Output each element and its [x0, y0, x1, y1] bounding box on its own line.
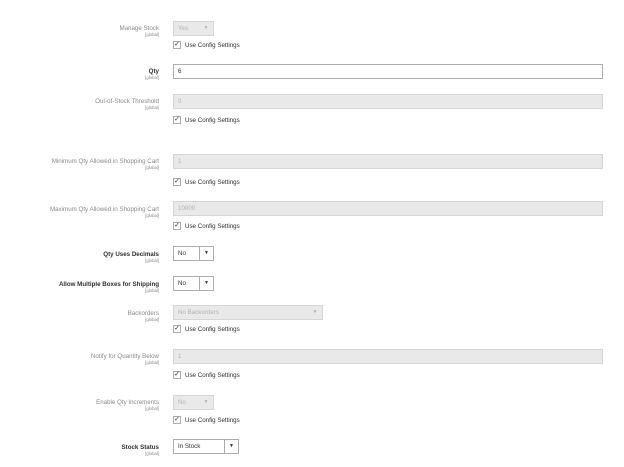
notify-qty-below-use-config[interactable]: ✓ Use Config Settings	[173, 371, 240, 379]
use-config-label: Use Config Settings	[185, 222, 240, 230]
backorders-select[interactable]: No Backorders ▼	[173, 305, 323, 320]
qty-uses-decimals-value: No	[178, 250, 186, 257]
chevron-down-icon: ▼	[203, 399, 209, 405]
scope-label: [global]	[145, 317, 159, 322]
backorders-label: Backorders [global]	[128, 310, 159, 322]
notify-qty-below-label: Notify for Quantity Below [global]	[91, 353, 159, 365]
stock-status-label: Stock Status [global]	[122, 444, 159, 456]
out-of-stock-threshold-input[interactable]: 0	[173, 94, 603, 109]
backorders-use-config[interactable]: ✓ Use Config Settings	[173, 325, 240, 333]
scope-label: [global]	[145, 258, 159, 263]
qty-uses-decimals-select[interactable]: No ▼	[173, 246, 214, 261]
notify-qty-below-input[interactable]: 1	[173, 349, 603, 364]
scope-label: [global]	[145, 213, 159, 218]
out-of-stock-threshold-label-text: Out-of-Stock Threshold	[95, 98, 159, 105]
out-of-stock-threshold-use-config[interactable]: ✓ Use Config Settings	[173, 116, 240, 124]
backorders-label-text: Backorders	[127, 310, 159, 317]
enable-qty-increments-select[interactable]: No ▼	[173, 395, 214, 410]
manage-stock-use-config[interactable]: ✓ Use Config Settings	[173, 41, 240, 49]
scope-label: [global]	[145, 451, 159, 456]
min-qty-cart-label-text: Minimum Qty Allowed in Shopping Cart	[51, 158, 159, 165]
min-qty-cart-label: Minimum Qty Allowed in Shopping Cart [gl…	[52, 158, 159, 170]
max-qty-cart-label: Maximum Qty Allowed in Shopping Cart [gl…	[50, 206, 159, 218]
stock-status-row: Stock Status [global] In Stock ▼	[0, 0, 624, 456]
chevron-down-icon: ▼	[224, 440, 238, 453]
scope-label: [global]	[145, 165, 159, 170]
checkbox-checked-icon[interactable]: ✓	[173, 178, 181, 186]
checkbox-checked-icon[interactable]: ✓	[173, 41, 181, 49]
use-config-label: Use Config Settings	[185, 41, 240, 49]
manage-stock-label-text: Manage Stock	[119, 25, 159, 32]
min-qty-cart-input[interactable]: 1	[173, 154, 603, 169]
max-qty-cart-use-config[interactable]: ✓ Use Config Settings	[173, 222, 240, 230]
min-qty-cart-use-config[interactable]: ✓ Use Config Settings	[173, 178, 240, 186]
manage-stock-select[interactable]: Yes ▼	[173, 21, 214, 36]
scope-label: [global]	[145, 360, 159, 365]
chevron-down-icon: ▼	[203, 25, 209, 31]
allow-multiple-boxes-label: Allow Multiple Boxes for Shipping [globa…	[59, 281, 159, 293]
scope-label: [global]	[145, 32, 159, 37]
max-qty-cart-label-text: Maximum Qty Allowed in Shopping Cart	[49, 206, 159, 213]
chevron-down-icon: ▼	[199, 277, 213, 290]
stock-status-select[interactable]: In Stock ▼	[173, 439, 239, 454]
qty-uses-decimals-label-text: Qty Uses Decimals	[103, 251, 159, 258]
allow-multiple-boxes-select[interactable]: No ▼	[173, 276, 214, 291]
enable-qty-increments-label: Enable Qty Increments [global]	[96, 399, 159, 411]
checkbox-checked-icon[interactable]: ✓	[173, 416, 181, 424]
qty-label-text: Qty	[148, 68, 159, 75]
qty-label: Qty [global]	[145, 68, 159, 80]
use-config-label: Use Config Settings	[185, 371, 240, 379]
stock-status-value: In Stock	[178, 443, 201, 450]
chevron-down-icon: ▼	[199, 247, 213, 260]
enable-qty-increments-use-config[interactable]: ✓ Use Config Settings	[173, 416, 240, 424]
stock-status-label-text: Stock Status	[121, 444, 159, 451]
use-config-label: Use Config Settings	[185, 416, 240, 424]
checkbox-checked-icon[interactable]: ✓	[173, 371, 181, 379]
allow-multiple-boxes-value: No	[178, 280, 186, 287]
checkbox-checked-icon[interactable]: ✓	[173, 116, 181, 124]
checkbox-checked-icon[interactable]: ✓	[173, 325, 181, 333]
backorders-value: No Backorders	[178, 309, 219, 316]
checkbox-checked-icon[interactable]: ✓	[173, 222, 181, 230]
manage-stock-value: Yes	[178, 25, 189, 32]
use-config-label: Use Config Settings	[185, 116, 240, 124]
scope-label: [global]	[145, 105, 159, 110]
enable-qty-increments-value: No	[178, 399, 186, 406]
scope-label: [global]	[145, 288, 159, 293]
out-of-stock-threshold-label: Out-of-Stock Threshold [global]	[95, 98, 159, 110]
use-config-label: Use Config Settings	[185, 325, 240, 333]
chevron-down-icon: ▼	[312, 309, 318, 315]
scope-label: [global]	[145, 406, 159, 411]
manage-stock-label: Manage Stock [global]	[119, 25, 159, 37]
use-config-label: Use Config Settings	[185, 178, 240, 186]
scope-label: [global]	[145, 75, 159, 80]
max-qty-cart-input[interactable]: 10000	[173, 201, 603, 216]
allow-multiple-boxes-label-text: Allow Multiple Boxes for Shipping	[58, 281, 159, 288]
enable-qty-increments-label-text: Enable Qty Increments	[96, 399, 159, 406]
qty-input[interactable]: 6	[173, 64, 603, 79]
qty-uses-decimals-label: Qty Uses Decimals [global]	[103, 251, 159, 263]
notify-qty-below-label-text: Notify for Quantity Below	[90, 353, 159, 360]
